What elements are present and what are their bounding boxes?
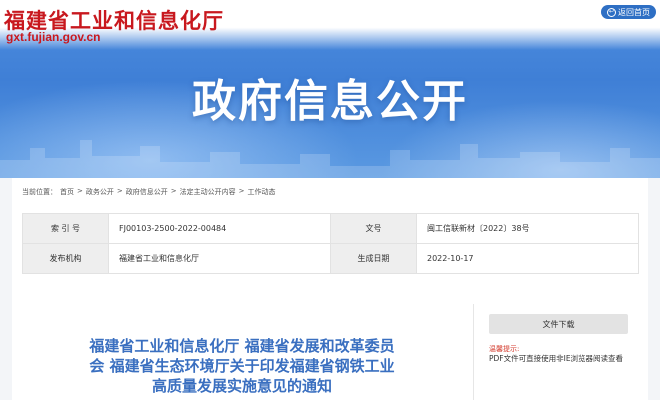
back-home-button[interactable]: ↩ 返回首页 [601, 5, 656, 19]
tip-text: PDF文件可直接使用非IE浏览器阅读查看 [489, 354, 624, 363]
site-logo-url[interactable]: gxt.fujian.gov.cn [6, 30, 100, 44]
date-label: 生成日期 [330, 243, 417, 274]
file-download-button[interactable]: 文件下载 [489, 314, 628, 334]
table-row: 发布机构 福建省工业和信息化厅 生成日期 2022-10-17 [22, 243, 639, 274]
breadcrumb-separator: > [170, 187, 177, 195]
breadcrumb-item-info-disclosure[interactable]: 政府信息公开 [126, 187, 168, 197]
issuer-value: 福建省工业和信息化厅 [108, 243, 331, 274]
breadcrumb-item-statutory[interactable]: 法定主动公开内容 [180, 187, 236, 197]
date-value: 2022-10-17 [416, 243, 639, 274]
breadcrumb-item-gov-affairs[interactable]: 政务公开 [86, 187, 114, 197]
content-card: 当前位置： 首页 > 政务公开 > 政府信息公开 > 法定主动公开内容 > 工作… [12, 178, 648, 400]
breadcrumb-separator: > [77, 187, 83, 195]
table-row: 索 引 号 FJ00103-2500-2022-00484 文号 闽工信联新材〔… [22, 213, 639, 244]
article-title: 福建省工业和信息化厅 福建省发展和改革委员会 福建省生态环境厅关于印发福建省钢铁… [89, 337, 395, 395]
breadcrumb-separator: > [116, 187, 123, 195]
document-number-label: 文号 [330, 213, 417, 244]
return-circle-icon: ↩ [607, 7, 616, 17]
document-meta-table: 索 引 号 FJ00103-2500-2022-00484 文号 闽工信联新材〔… [22, 213, 639, 274]
breadcrumb-separator: > [238, 187, 245, 195]
index-number-label: 索 引 号 [22, 213, 109, 244]
breadcrumb-item-home[interactable]: 首页 [60, 187, 74, 197]
back-home-label: 返回首页 [618, 7, 650, 17]
breadcrumb: 当前位置： 首页 > 政务公开 > 政府信息公开 > 法定主动公开内容 > 工作… [22, 187, 276, 197]
page-title: 政府信息公开 [192, 76, 468, 127]
index-number-value: FJ00103-2500-2022-00484 [108, 213, 331, 244]
document-number-value: 闽工信联新材〔2022〕38号 [416, 213, 639, 244]
breadcrumb-prefix: 当前位置： [22, 188, 57, 196]
column-divider [473, 304, 474, 400]
breadcrumb-item-work-news[interactable]: 工作动态 [248, 187, 276, 197]
issuer-label: 发布机构 [22, 243, 109, 274]
